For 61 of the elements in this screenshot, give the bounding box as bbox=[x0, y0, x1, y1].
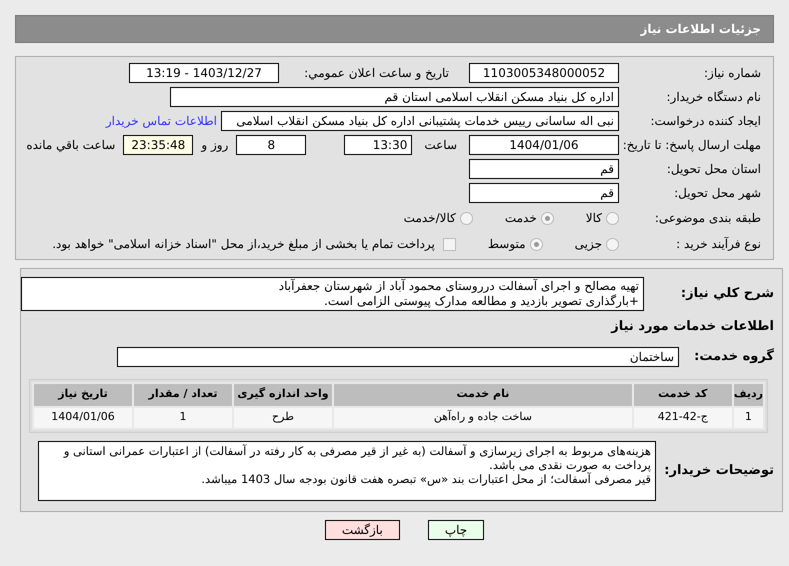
column-header: ردیف bbox=[732, 382, 764, 406]
table-cell: 1 bbox=[133, 406, 233, 428]
checkbox-label: پرداخت تمام یا بخشی از مبلغ خرید،از محل "اسناد خزانه اسلامی" خواهد بود. bbox=[52, 236, 435, 253]
table-cell: طرح bbox=[233, 406, 333, 428]
city-field[interactable]: قم bbox=[469, 183, 619, 203]
deadline-time-field[interactable]: 13:30 bbox=[344, 135, 412, 155]
notes-line: قیر مصرفی آسفالت؛ از محل اعتبارات بند «س» تبصره هفت قانون بودجه سال 1403 میباشد. bbox=[200, 472, 651, 486]
table-cell: 1404/01/06 bbox=[33, 406, 133, 428]
radio-label: جزیی bbox=[574, 236, 602, 253]
announce-date-field[interactable]: 1403/12/27 - 13:19 bbox=[129, 63, 279, 83]
field-label: نوع فرآیند خرید : bbox=[675, 236, 761, 253]
field-label: شهر محل تحویل: bbox=[673, 185, 761, 202]
field-label: طبقه بندی موضوعی: bbox=[654, 210, 761, 227]
radio-button[interactable] bbox=[606, 212, 619, 224]
buyer-notes-box[interactable] bbox=[38, 440, 656, 500]
remaining-time-field[interactable]: 23:35:48 bbox=[123, 135, 194, 155]
deadline-date-field[interactable]: 1404/01/06 bbox=[469, 135, 619, 155]
remaining-label: ساعت باقي مانده bbox=[26, 137, 116, 154]
field-label: شماره نیاز: bbox=[703, 65, 761, 82]
service-group-field[interactable]: ساختمان bbox=[117, 346, 679, 366]
radio-label: کالا bbox=[586, 210, 602, 227]
field-label: توضیحات خریدار: bbox=[663, 462, 774, 480]
creator-field[interactable]: نبی اله ساسانی رییس خدمات پشتیبانی اداره کل بنیاد مسکن انقلاب اسلامی bbox=[221, 111, 619, 131]
page-title: جزئیات اطلاعات نیاز bbox=[640, 21, 761, 38]
radio-button[interactable] bbox=[540, 212, 554, 224]
description-line: +بارگذاری تصویر بازدید و مطالعه مدارک پیوستی الزامی است. bbox=[323, 294, 639, 309]
field-label: نام دستگاه خریدار: bbox=[666, 89, 761, 106]
field-label: گروه خدمت: bbox=[693, 347, 774, 366]
notes-line: هزینه‌های مربوط به اجرای زیرسازی و آسفالت (به غیر از قیر مصرفی به کار رفته در آسفالت) از اعتبارات عمرانی استانی و پرداخت به صورت نقدی می باشد. bbox=[62, 444, 651, 472]
column-header: تاریخ نیاز bbox=[33, 382, 133, 406]
checkbox[interactable] bbox=[442, 238, 456, 250]
column-header: نام خدمت bbox=[333, 382, 633, 406]
contact-link[interactable]: اطلاعات تماس خریدار bbox=[106, 112, 217, 130]
time-label: ساعت bbox=[424, 137, 457, 154]
column-header: تعداد / مقدار bbox=[133, 382, 233, 406]
field-label: مهلت ارسال پاسخ: تا تاریخ: bbox=[622, 137, 761, 153]
radio-label: کالا/خدمت bbox=[404, 210, 456, 227]
days-field[interactable]: 8 bbox=[236, 135, 306, 155]
radio-button[interactable] bbox=[460, 212, 473, 224]
description-line: تهیه مصالح و اجرای آسفالت درروستای محمود آباد از شهرستان جعفرآباد bbox=[278, 279, 639, 294]
field-label: ایجاد کننده درخواست: bbox=[649, 113, 761, 130]
table-cell: ساخت جاده و راه‌آهن bbox=[333, 406, 633, 428]
table-cell: 1 bbox=[732, 406, 764, 428]
radio-button[interactable] bbox=[606, 238, 619, 250]
field-label: استان محل تحویل: bbox=[666, 161, 761, 178]
need-number-field[interactable]: 1103005348000052 bbox=[469, 63, 619, 83]
field-label: تاریخ و ساعت اعلان عمومي: bbox=[303, 65, 449, 82]
field-label: شرح کلي نیاز: bbox=[680, 285, 774, 304]
column-header: واحد اندازه گیری bbox=[233, 382, 333, 406]
days-label: روز و bbox=[201, 137, 228, 154]
back-button[interactable]: بازگشت bbox=[324, 520, 400, 540]
print-button[interactable]: چاپ bbox=[428, 520, 484, 540]
radio-button[interactable] bbox=[530, 238, 543, 250]
radio-label: خدمت bbox=[504, 210, 537, 227]
radio-label: متوسط bbox=[488, 236, 526, 253]
province-field[interactable]: قم bbox=[469, 159, 619, 179]
buyer-name-field[interactable]: اداره کل بنیاد مسکن انقلاب اسلامی استان قم bbox=[170, 87, 619, 107]
column-header: کد خدمت bbox=[632, 382, 733, 406]
description-box[interactable]: تهیه مصالح و اجرای آسفالت درروستای محمود آباد از شهرستان جعفرآباد +بارگذاری تصویر بازدید و مطالعه مدارک پیوستی الزامی است. bbox=[21, 277, 644, 311]
section-heading: اطلاعات خدمات مورد نیاز bbox=[610, 318, 774, 336]
table-cell: ج-42-421 bbox=[632, 406, 733, 428]
